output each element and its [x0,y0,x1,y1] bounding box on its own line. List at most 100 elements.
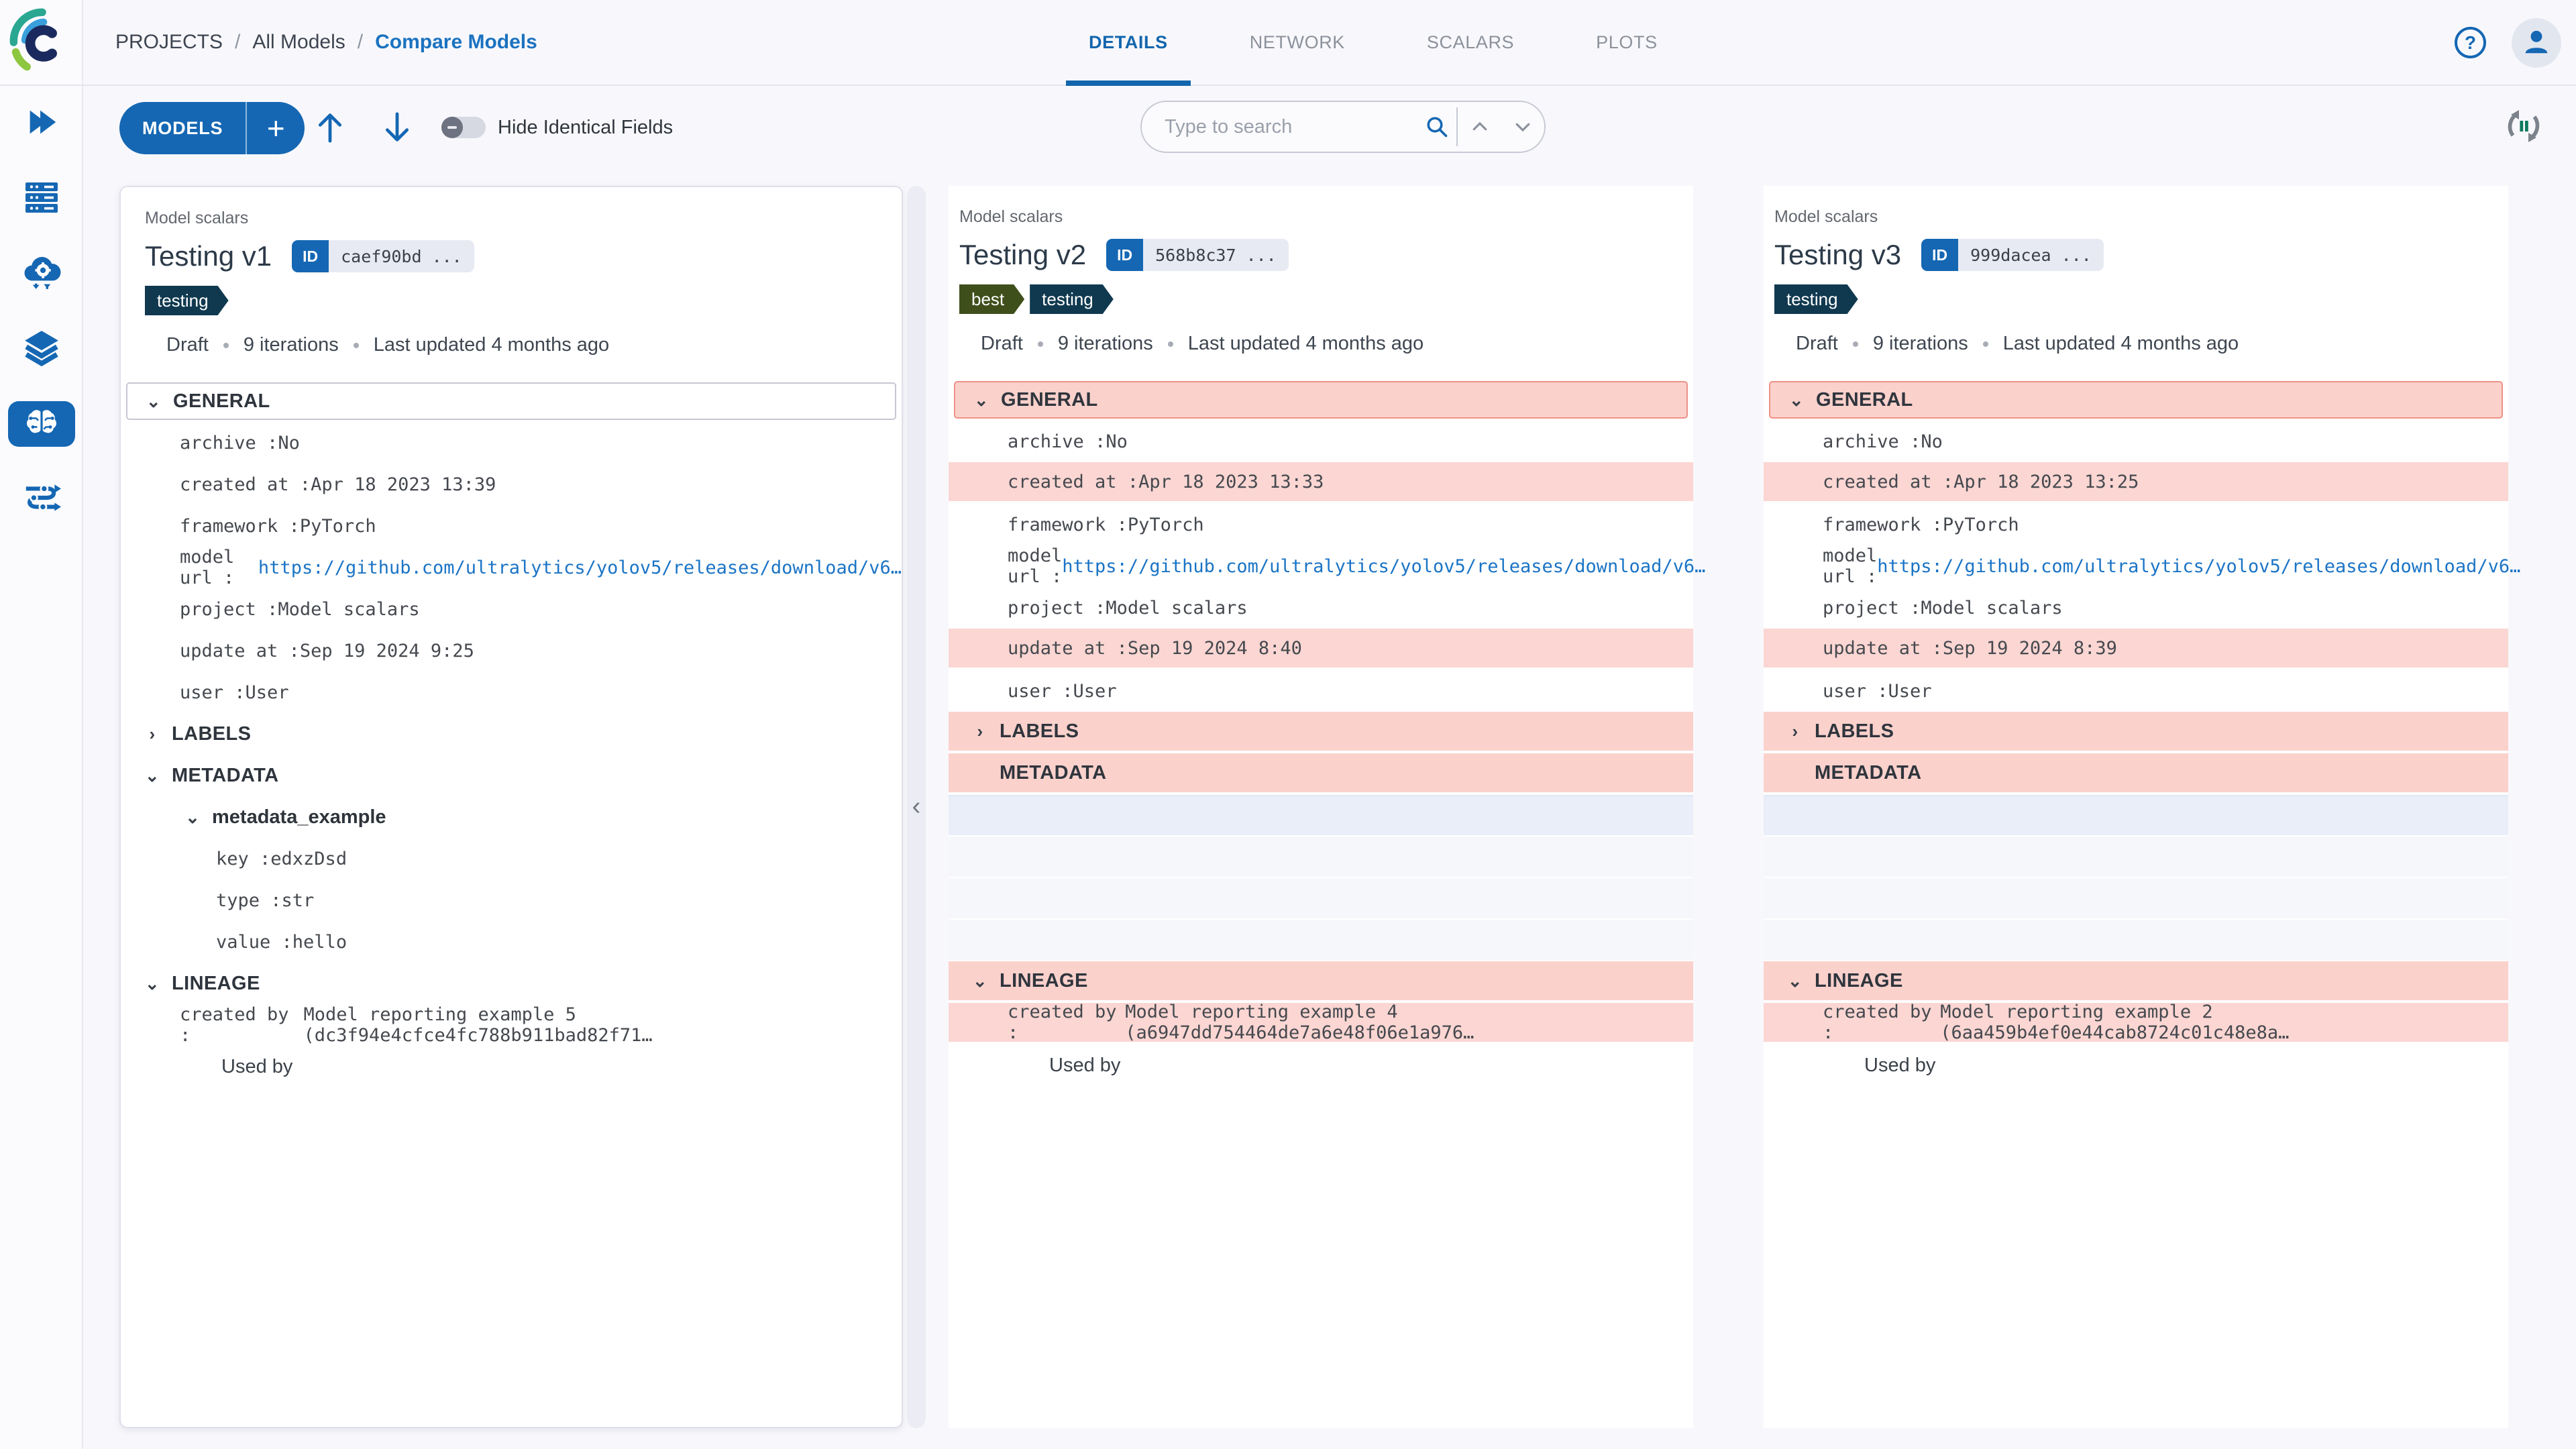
id-value: caef90bd ... [329,240,474,272]
field-key: project : [1008,597,1106,619]
tab-scalars[interactable]: SCALARS [1421,0,1519,85]
hide-identical-fields-toggle[interactable] [441,117,486,138]
collapse-left-icon[interactable]: ‹ [907,793,926,820]
field-user: user : User [1764,670,2508,712]
meta-dot [1037,341,1043,347]
next-diff-button[interactable] [378,110,416,148]
iterations-count: 9 iterations [243,334,339,356]
section-labels[interactable]: › LABELS [121,713,902,755]
field-key: model url : [180,547,235,588]
breadcrumb-projects[interactable]: PROJECTS [115,31,223,54]
add-model-button[interactable]: + [247,103,305,153]
field-key: project : [1823,597,1921,619]
field-update-at: update at : Sep 19 2024 9:25 [121,630,902,672]
section-lineage[interactable]: ⌄ LINEAGE [949,961,1693,1003]
field-key: created at : [180,474,311,495]
section-header: ⌄ METADATA [121,755,902,796]
previous-diff-button[interactable] [311,110,349,148]
field-value-link[interactable]: https://github.com/ultralytics/yolov5/re… [258,557,902,578]
section-labels[interactable]: › LABELS [949,712,1693,753]
user-avatar[interactable] [2512,18,2561,68]
search-prev-button[interactable] [1458,102,1501,152]
section-lineage[interactable]: ⌄ LINEAGE [121,963,902,1004]
iterations-count: 9 iterations [1057,333,1153,354]
section-metadata[interactable]: METADATA [1764,753,2508,795]
search-next-button[interactable] [1501,102,1544,152]
model-header: Model scalars Testing v1 ID caef90bd ... tes… [121,187,902,380]
field-value: Model reporting example 2 (6aa459b4ef0e4… [1940,1002,2290,1043]
section-header: › LABELS [1764,712,2508,751]
section-general[interactable]: ⌄ GENERAL [949,379,1693,421]
model-id-badge[interactable]: ID 999dacea ... [1921,239,2104,271]
tag-best[interactable]: best [959,284,1024,314]
arrow-up-icon [315,111,345,147]
section-metadata[interactable]: METADATA [949,753,1693,795]
sidebar-item-applications[interactable] [0,236,83,311]
tag-testing[interactable]: testing [1774,284,1858,314]
section-lineage[interactable]: ⌄ LINEAGE [1764,961,2508,1003]
chevron-down-icon: ⌄ [972,970,988,991]
app-logo[interactable] [0,0,83,85]
field-value: edxzDsd [270,848,347,869]
field-model-url: model url : https://github.com/ultralyti… [121,547,902,588]
last-updated: Last updated 4 months ago [2002,333,2239,354]
field-value-link[interactable]: https://github.com/ultralytics/yolov5/re… [1062,556,1705,577]
projects-icon [23,104,60,144]
section-label: GENERAL [1001,388,1098,411]
field-value: Model scalars [278,598,420,620]
model-id-badge[interactable]: ID caef90bd ... [292,240,474,272]
brain-models-icon [24,408,59,441]
meta-dot [353,342,359,348]
field-project: project : Model scalars [1764,587,2508,629]
field-update-at: update at : Sep 19 2024 8:40 [949,629,1693,670]
section-label: LABELS [1000,720,1079,742]
tab-plots[interactable]: PLOTS [1591,0,1663,85]
help-icon[interactable]: ? [2455,27,2486,58]
field-key: key : [216,848,271,869]
section-header-box: ⌄ GENERAL [1769,381,2503,419]
sidebar-item-projects[interactable] [0,86,83,161]
section-general[interactable]: ⌄ GENERAL [121,380,902,422]
section-labels[interactable]: › LABELS [1764,712,2508,753]
section-general[interactable]: ⌄ GENERAL [1764,379,2508,421]
tags-row: best testing [959,284,1682,314]
sidebar-item-datasets[interactable] [0,311,83,386]
field-value: Model scalars [1921,597,2063,619]
tab-network[interactable]: NETWORK [1244,0,1350,85]
person-icon [2521,26,2552,60]
tag-testing[interactable]: testing [1030,284,1114,314]
field-key: project : [180,598,278,620]
field-value: Sep 19 2024 8:40 [1127,637,1302,659]
field-key: created by : [1823,1002,1932,1043]
model-id-badge[interactable]: ID 568b8c37 ... [1106,239,1289,271]
breadcrumb-compare-models[interactable]: Compare Models [375,31,537,54]
column-collapse-divider[interactable]: ‹ [907,186,926,1428]
metadata-group-label: metadata_example [212,806,386,828]
field-created-at: created at : Apr 18 2023 13:25 [1764,462,2508,504]
tag-testing[interactable]: testing [145,286,229,315]
field-value-link[interactable]: https://github.com/ultralytics/yolov5/re… [1877,556,2520,577]
model-meta-row: Draft 9 iterations Last updated 4 months a… [959,333,1682,355]
search-input[interactable] [1142,115,1417,138]
section-label: LINEAGE [172,972,260,994]
minus-icon [447,126,457,129]
active-tab-underline [1066,80,1191,86]
models-button[interactable]: MODELS [119,118,246,139]
tab-details[interactable]: DETAILS [1066,0,1191,86]
field-value: User [1888,680,1932,702]
field-key: user : [180,682,246,703]
field-created-by: created by : Model reporting example 4 (… [949,1002,1693,1044]
section-metadata[interactable]: ⌄ METADATA [121,755,902,796]
sidebar-item-models[interactable] [0,386,83,462]
metadata-group-metadata-example[interactable]: ⌄ metadata_example [121,796,902,838]
breadcrumb-all-models[interactable]: All Models [252,31,345,54]
sidebar-item-workers-queues[interactable] [0,161,83,236]
search-icon[interactable] [1417,115,1456,139]
field-value: User [1073,680,1117,702]
model-title: Testing v3 [1774,239,1902,270]
empty-diff-row [1764,795,2508,837]
field-user: user : User [121,672,902,713]
sidebar-item-pipelines[interactable] [0,462,83,537]
field-key: model url : [1823,545,1878,587]
auto-refresh-icon[interactable] [2505,107,2542,145]
